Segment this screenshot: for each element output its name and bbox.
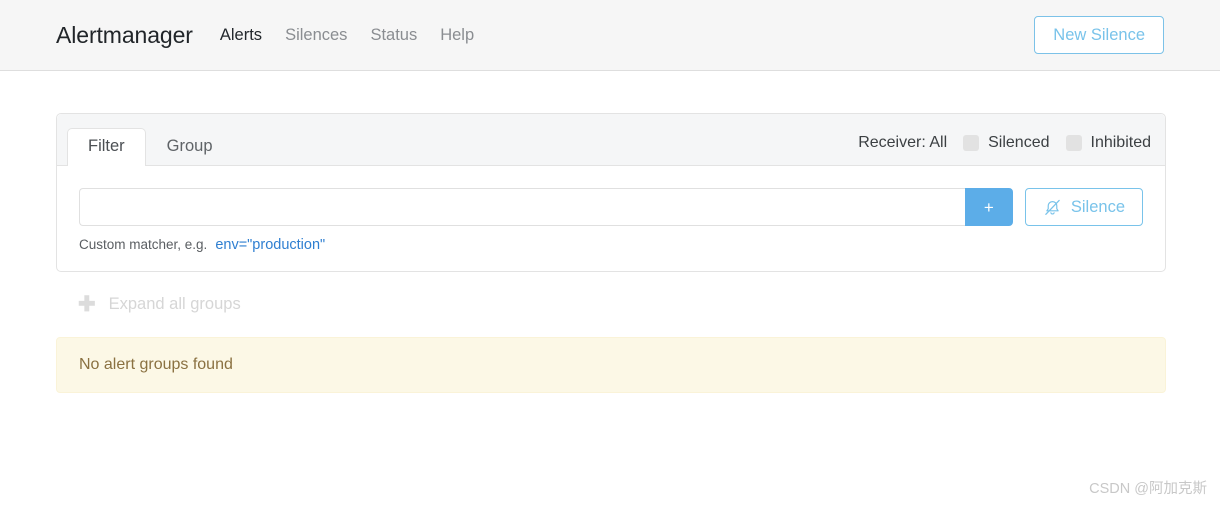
silence-button-label: Silence bbox=[1070, 197, 1125, 216]
nav-link-alerts[interactable]: Alerts bbox=[220, 27, 262, 44]
watermark: CSDN @阿加克斯 bbox=[1089, 481, 1207, 497]
nav-link-silences[interactable]: Silences bbox=[285, 27, 347, 44]
filter-input-row: + Silence bbox=[79, 188, 1143, 226]
plus-icon: ✚ bbox=[78, 293, 96, 316]
main-nav: Alerts Silences Status Help bbox=[220, 27, 1034, 44]
expand-all-groups-label: Expand all groups bbox=[108, 295, 241, 313]
tab-filter[interactable]: Filter bbox=[67, 128, 146, 166]
inhibited-checkbox-group[interactable]: Inhibited bbox=[1065, 134, 1152, 152]
matcher-hint-example: env="production" bbox=[215, 237, 326, 253]
bell-slash-icon bbox=[1043, 198, 1062, 217]
filter-card-body: + Silence Custom matcher, e.g. env="prod bbox=[57, 166, 1165, 271]
tab-group[interactable]: Group bbox=[146, 128, 234, 166]
nav-link-help[interactable]: Help bbox=[440, 27, 474, 44]
main-content: Filter Group Receiver: All Silenced Inhi… bbox=[0, 71, 1220, 393]
silenced-checkbox-group[interactable]: Silenced bbox=[963, 134, 1050, 152]
no-alerts-banner: No alert groups found bbox=[56, 337, 1166, 393]
add-matcher-button[interactable]: + bbox=[964, 188, 1013, 226]
filter-header-controls: Receiver: All Silenced Inhibited bbox=[858, 134, 1151, 165]
silenced-checkbox-label: Silenced bbox=[988, 134, 1050, 151]
receiver-selector[interactable]: Receiver: All bbox=[858, 134, 947, 152]
navbar: Alertmanager Alerts Silences Status Help… bbox=[0, 0, 1220, 71]
matcher-hint-text: Custom matcher, e.g. bbox=[79, 237, 208, 252]
expand-all-groups-row[interactable]: ✚ Expand all groups bbox=[78, 294, 1164, 315]
filter-tabs: Filter Group bbox=[67, 114, 858, 166]
silenced-checkbox[interactable] bbox=[963, 135, 980, 151]
silence-button[interactable]: Silence bbox=[1024, 188, 1143, 226]
new-silence-button[interactable]: New Silence bbox=[1034, 15, 1164, 55]
matcher-input-group: + bbox=[79, 188, 1013, 226]
inhibited-checkbox[interactable] bbox=[1065, 135, 1082, 151]
matcher-input[interactable] bbox=[79, 188, 965, 226]
nav-link-status[interactable]: Status bbox=[370, 27, 417, 44]
filter-card: Filter Group Receiver: All Silenced Inhi… bbox=[56, 113, 1166, 272]
filter-card-header: Filter Group Receiver: All Silenced Inhi… bbox=[57, 114, 1165, 166]
app-brand: Alertmanager bbox=[56, 21, 193, 48]
inhibited-checkbox-label: Inhibited bbox=[1090, 134, 1152, 151]
matcher-hint: Custom matcher, e.g. env="production" bbox=[79, 237, 1143, 253]
